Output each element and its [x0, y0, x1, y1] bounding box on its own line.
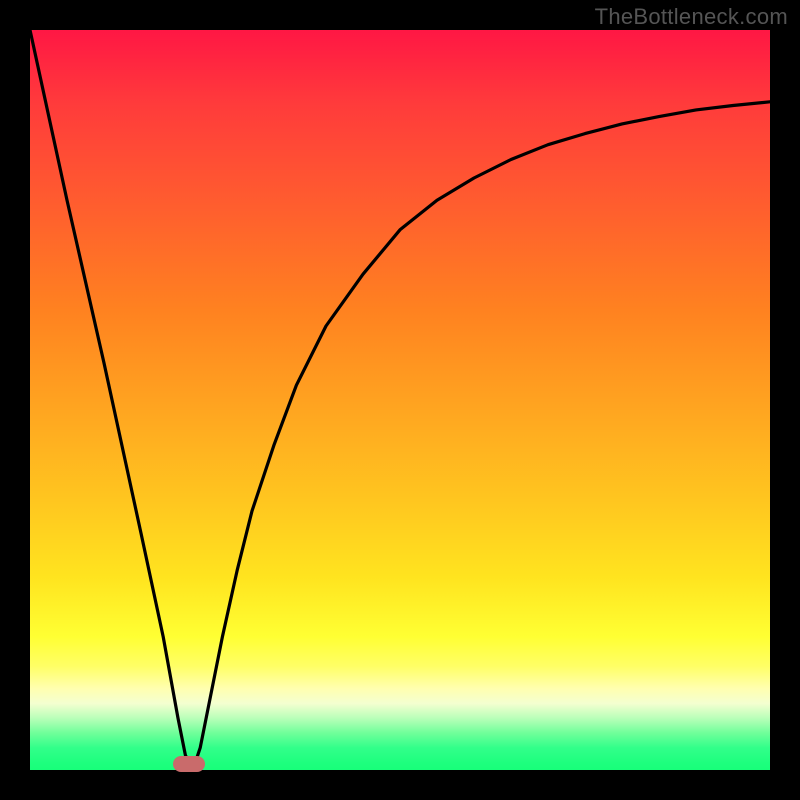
bottleneck-marker	[173, 756, 205, 772]
curve-right	[193, 102, 770, 770]
curves-svg	[30, 30, 770, 770]
curve-left	[30, 30, 193, 770]
chart-frame: TheBottleneck.com	[0, 0, 800, 800]
plot-area	[30, 30, 770, 770]
watermark-text: TheBottleneck.com	[595, 4, 788, 30]
